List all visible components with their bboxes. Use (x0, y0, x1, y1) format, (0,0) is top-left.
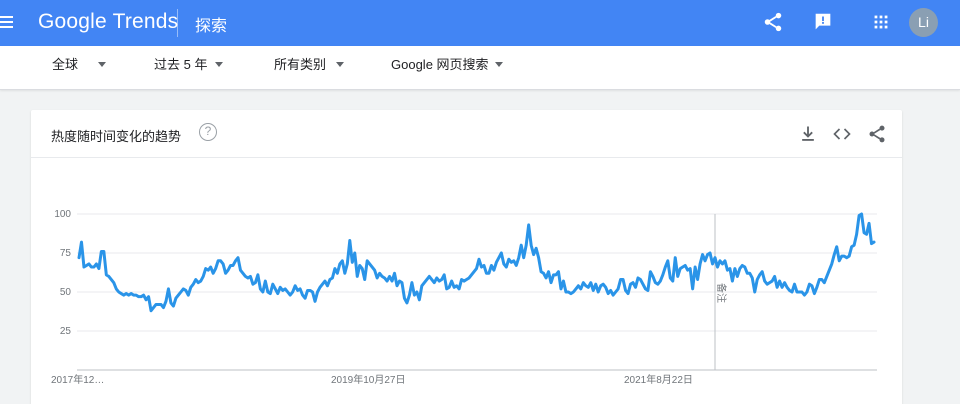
y-tick-label: 25 (60, 326, 72, 337)
region-filter-label: 全球 (52, 57, 79, 72)
chevron-down-icon (98, 62, 107, 68)
search-type-filter-label: Google 网页搜索 (391, 57, 489, 72)
logo-trends-text: Trends (112, 10, 179, 33)
search-type-filter[interactable]: Google 网页搜索 (391, 54, 503, 73)
x-tick-label: 2021年8月22日 (624, 373, 693, 386)
chevron-down-icon (494, 62, 503, 68)
logo-google-text: Google (38, 10, 107, 33)
header-divider (177, 9, 178, 37)
trend-line-chart: 25 50 75 100 备注 2017年12… 2019年10月27日 2021年8月2… (51, 209, 877, 386)
y-tick-label: 75 (60, 248, 72, 259)
time-filter-label: 过去 5 年 (154, 57, 208, 72)
category-filter-label: 所有类别 (274, 57, 327, 72)
interest-over-time-card: 热度随时间变化的趋势 ? 25 50 75 100 备注 2017年12… 2019年1… (31, 110, 902, 404)
x-tick-label: 2017年12… (51, 373, 104, 386)
page-title: 探索 (195, 18, 228, 35)
category-filter[interactable]: 所有类别 (274, 54, 345, 73)
time-filter[interactable]: 过去 5 年 (154, 54, 224, 73)
top-app-bar: Google Trends 探索 Li (0, 0, 960, 46)
series-line[interactable] (77, 212, 876, 313)
chevron-down-icon (336, 62, 345, 68)
region-filter[interactable]: 全球 (52, 54, 107, 73)
feedback-icon[interactable] (812, 11, 834, 33)
google-trends-logo[interactable]: Google Trends (38, 10, 178, 34)
y-tick-label: 100 (54, 209, 71, 220)
apps-grid-icon[interactable] (870, 11, 892, 33)
chevron-down-icon (215, 62, 224, 68)
share-icon[interactable] (762, 11, 784, 33)
menu-icon[interactable] (0, 14, 16, 30)
filter-bar: 全球 过去 5 年 所有类别 Google 网页搜索 (0, 46, 960, 90)
annotation-label[interactable]: 备注 (715, 283, 728, 303)
avatar[interactable]: Li (909, 8, 938, 37)
y-tick-label: 50 (60, 287, 72, 298)
x-tick-label: 2019年10月27日 (331, 373, 406, 386)
